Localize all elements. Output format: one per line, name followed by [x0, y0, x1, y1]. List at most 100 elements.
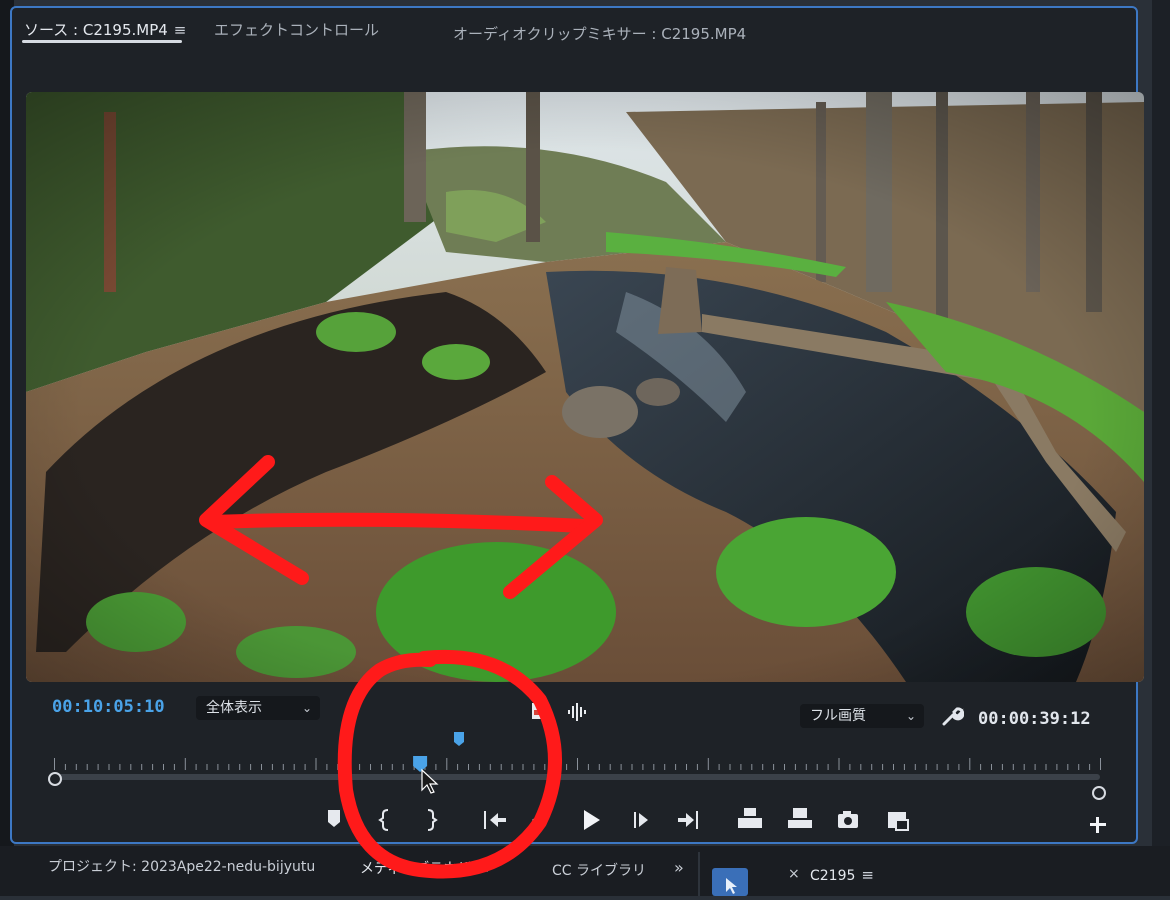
tab-audio-clip-mixer[interactable]: オーディオクリップミキサー : C2195.MP4 [453, 23, 746, 44]
step-back-icon[interactable] [532, 813, 541, 827]
transport-controls [328, 808, 1106, 833]
ruler-tick [587, 764, 589, 770]
video-frame [26, 92, 1144, 682]
tab-menu-icon[interactable]: ≡ [174, 21, 187, 39]
drag-video-icon[interactable] [532, 703, 545, 719]
ruler-tick [609, 764, 611, 770]
ruler-tick [446, 758, 448, 770]
zoom-handle-left[interactable] [48, 772, 62, 786]
ruler-tick [119, 764, 121, 770]
mark-in-icon[interactable] [378, 809, 389, 831]
tab-menu-icon[interactable]: ≡ [477, 859, 490, 877]
ruler-tick [206, 764, 208, 770]
ruler-tick [163, 764, 164, 770]
ruler-tick [675, 764, 677, 770]
playback-resolution-dropdown[interactable]: フル画質 ⌄ [800, 704, 924, 728]
wrench-icon[interactable] [940, 706, 964, 728]
ruler-tick [1056, 764, 1058, 770]
ruler-tick [261, 764, 262, 770]
ruler-tick [686, 764, 687, 770]
ruler-tick [729, 764, 731, 770]
ruler-tick [195, 764, 197, 770]
ruler-tick [239, 764, 241, 770]
ruler-tick [97, 764, 99, 770]
ruler-tick [762, 764, 764, 770]
tab-media-browser[interactable]: メディアブラウザ ≡ [360, 858, 490, 878]
source-timecode[interactable]: 00:10:05:10 [52, 697, 165, 717]
ruler-tick [1023, 764, 1025, 770]
ruler-tick [293, 764, 295, 770]
tab-effect-controls[interactable]: エフェクトコントロール [214, 19, 379, 40]
ruler-tick [827, 764, 829, 770]
monitor-bezel-right [1152, 0, 1170, 896]
zoom-dropdown[interactable]: 全体表示 ⌄ [196, 696, 320, 720]
ruler-tick [849, 764, 851, 770]
ruler-tick [326, 764, 328, 770]
ruler-ticks [54, 758, 1101, 770]
ruler-tick [1012, 764, 1014, 770]
tab-source[interactable]: ソース : C2195.MP4 ≡ [24, 19, 186, 40]
drag-audio-icon[interactable] [568, 703, 586, 721]
tab-menu-icon[interactable]: ≡ [861, 866, 874, 884]
ruler-tick [794, 764, 796, 770]
ruler-tick [391, 764, 393, 770]
ruler-tick [773, 764, 775, 770]
go-to-in-icon[interactable] [484, 811, 506, 829]
go-to-out-icon[interactable] [678, 811, 698, 829]
ruler-tick [544, 764, 546, 770]
active-tab-indicator [22, 40, 182, 43]
tab-source-label: ソース : C2195.MP4 [24, 21, 168, 39]
panel-divider [698, 852, 700, 896]
ruler-tick [860, 764, 862, 770]
ruler-tick [64, 764, 66, 770]
more-panels-icon[interactable]: » [674, 858, 684, 877]
mark-out-icon[interactable] [427, 809, 438, 831]
ruler-tick [402, 764, 404, 770]
add-marker-icon[interactable] [328, 810, 340, 827]
ruler-tick [489, 764, 491, 770]
insert-icon[interactable] [738, 808, 762, 828]
ruler-tick [642, 764, 644, 770]
marker-icon[interactable] [454, 732, 464, 746]
ruler-tick [522, 764, 524, 770]
source-center-icons [532, 703, 586, 721]
ruler-tick [958, 764, 960, 770]
sequence-close-icon[interactable]: × [788, 866, 800, 882]
ruler-tick [718, 764, 720, 770]
tab-cc-libraries[interactable]: CC ライブラリ [552, 860, 646, 880]
ruler-tick [457, 764, 459, 770]
tab-sequence[interactable]: C2195 ≡ [810, 866, 874, 884]
selection-tool-button[interactable] [712, 868, 748, 896]
selection-arrow-icon [726, 878, 737, 894]
ruler-tick [740, 764, 742, 770]
ruler-tick [282, 764, 284, 770]
step-forward-icon[interactable] [634, 812, 648, 828]
zoom-scrollbar-track[interactable] [52, 774, 1100, 780]
mouse-cursor-icon [421, 768, 439, 794]
project-panel-title[interactable]: プロジェクト: 2023Ape22-nedu-bijyutu [48, 856, 315, 876]
ruler-tick [75, 764, 77, 770]
ruler-tick [893, 764, 894, 770]
ruler-tick [108, 764, 110, 770]
ruler-tick [184, 758, 186, 770]
ruler-tick [359, 764, 361, 770]
export-frame-icon[interactable] [838, 811, 858, 828]
ruler-tick [1067, 764, 1069, 770]
ruler-tick [271, 764, 273, 770]
add-button-icon[interactable] [1090, 817, 1106, 833]
zoom-handle-right[interactable] [1092, 786, 1106, 800]
ruler-tick [1078, 764, 1080, 770]
ruler-tick [315, 758, 317, 770]
ruler-tick [991, 764, 992, 770]
ruler-tick [696, 764, 698, 770]
ruler-tick [141, 764, 143, 770]
ruler-tick [805, 764, 807, 770]
time-ruler[interactable] [40, 726, 1120, 802]
chevron-down-icon: ⌄ [301, 701, 312, 715]
quality-dropdown-value: フル画質 [810, 708, 866, 724]
ruler-tick [653, 764, 655, 770]
play-icon[interactable] [584, 810, 600, 830]
overwrite-icon[interactable] [788, 808, 812, 828]
button-editor-icon[interactable] [888, 812, 909, 831]
ruler-tick [337, 764, 339, 770]
